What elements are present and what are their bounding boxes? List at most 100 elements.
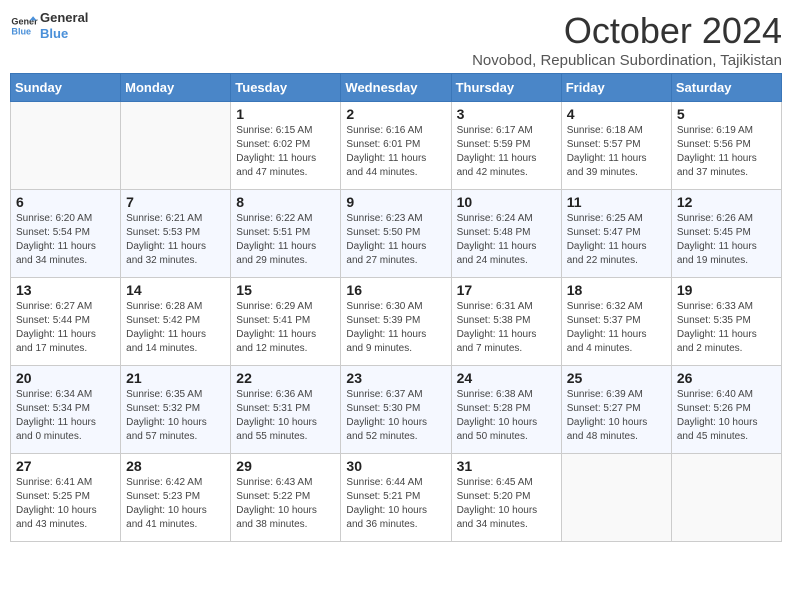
day-number: 2	[346, 106, 445, 122]
day-cell: 23 Sunrise: 6:37 AM Sunset: 5:30 PM Dayli…	[341, 366, 451, 454]
calendar-table: SundayMondayTuesdayWednesdayThursdayFrid…	[10, 73, 782, 542]
week-row-5: 27 Sunrise: 6:41 AM Sunset: 5:25 PM Dayli…	[11, 454, 782, 542]
day-info: Sunrise: 6:41 AM Sunset: 5:25 PM Dayligh…	[16, 476, 115, 532]
day-number: 31	[457, 458, 556, 474]
logo-general-text: General	[40, 10, 88, 26]
location-subtitle: Novobod, Republican Subordination, Tajik…	[472, 52, 782, 69]
day-info: Sunrise: 6:16 AM Sunset: 6:01 PM Dayligh…	[346, 124, 445, 180]
day-cell	[671, 454, 781, 542]
day-number: 14	[126, 282, 225, 298]
day-cell: 30 Sunrise: 6:44 AM Sunset: 5:21 PM Dayli…	[341, 454, 451, 542]
day-info: Sunrise: 6:43 AM Sunset: 5:22 PM Dayligh…	[236, 476, 335, 532]
day-info: Sunrise: 6:45 AM Sunset: 5:20 PM Dayligh…	[457, 476, 556, 532]
week-row-2: 6Sunrise: 6:20 AM Sunset: 5:54 PM Daylig…	[11, 190, 782, 278]
day-cell: 7 Sunrise: 6:21 AM Sunset: 5:53 PM Daylig…	[121, 190, 231, 278]
day-cell: 9 Sunrise: 6:23 AM Sunset: 5:50 PM Daylig…	[341, 190, 451, 278]
day-cell: 13 Sunrise: 6:27 AM Sunset: 5:44 PM Dayli…	[11, 278, 121, 366]
day-cell: 27 Sunrise: 6:41 AM Sunset: 5:25 PM Dayli…	[11, 454, 121, 542]
day-cell: 14 Sunrise: 6:28 AM Sunset: 5:42 PM Dayli…	[121, 278, 231, 366]
day-info: Sunrise: 6:32 AM Sunset: 5:37 PM Dayligh…	[567, 300, 666, 356]
day-info: Sunrise: 6:42 AM Sunset: 5:23 PM Dayligh…	[126, 476, 225, 532]
day-cell: 17Sunrise: 6:31 AM Sunset: 5:38 PM Dayli…	[451, 278, 561, 366]
day-cell: 12 Sunrise: 6:26 AM Sunset: 5:45 PM Dayli…	[671, 190, 781, 278]
logo: General Blue General Blue	[10, 10, 88, 41]
day-number: 18	[567, 282, 666, 298]
day-number: 9	[346, 194, 445, 210]
day-info: Sunrise: 6:18 AM Sunset: 5:57 PM Dayligh…	[567, 124, 666, 180]
day-cell: 22Sunrise: 6:36 AM Sunset: 5:31 PM Dayli…	[231, 366, 341, 454]
day-info: Sunrise: 6:31 AM Sunset: 5:38 PM Dayligh…	[457, 300, 556, 356]
logo-blue-text: Blue	[40, 26, 88, 42]
day-cell: 26 Sunrise: 6:40 AM Sunset: 5:26 PM Dayli…	[671, 366, 781, 454]
day-number: 7	[126, 194, 225, 210]
day-cell: 1Sunrise: 6:15 AM Sunset: 6:02 PM Daylig…	[231, 102, 341, 190]
day-number: 5	[677, 106, 776, 122]
day-cell: 15 Sunrise: 6:29 AM Sunset: 5:41 PM Dayli…	[231, 278, 341, 366]
day-info: Sunrise: 6:26 AM Sunset: 5:45 PM Dayligh…	[677, 212, 776, 268]
day-number: 15	[236, 282, 335, 298]
logo-icon: General Blue	[10, 12, 38, 40]
week-row-1: 1Sunrise: 6:15 AM Sunset: 6:02 PM Daylig…	[11, 102, 782, 190]
day-cell: 11Sunrise: 6:25 AM Sunset: 5:47 PM Dayli…	[561, 190, 671, 278]
day-info: Sunrise: 6:28 AM Sunset: 5:42 PM Dayligh…	[126, 300, 225, 356]
day-cell	[121, 102, 231, 190]
day-number: 23	[346, 370, 445, 386]
header-sunday: Sunday	[11, 74, 121, 102]
day-cell: 2 Sunrise: 6:16 AM Sunset: 6:01 PM Daylig…	[341, 102, 451, 190]
day-number: 26	[677, 370, 776, 386]
day-number: 6	[16, 194, 115, 210]
day-info: Sunrise: 6:24 AM Sunset: 5:48 PM Dayligh…	[457, 212, 556, 268]
day-number: 3	[457, 106, 556, 122]
day-number: 25	[567, 370, 666, 386]
day-cell: 19 Sunrise: 6:33 AM Sunset: 5:35 PM Dayli…	[671, 278, 781, 366]
day-number: 10	[457, 194, 556, 210]
day-cell	[11, 102, 121, 190]
header-saturday: Saturday	[671, 74, 781, 102]
day-number: 22	[236, 370, 335, 386]
day-info: Sunrise: 6:30 AM Sunset: 5:39 PM Dayligh…	[346, 300, 445, 356]
day-info: Sunrise: 6:17 AM Sunset: 5:59 PM Dayligh…	[457, 124, 556, 180]
day-info: Sunrise: 6:40 AM Sunset: 5:26 PM Dayligh…	[677, 388, 776, 444]
day-number: 12	[677, 194, 776, 210]
day-info: Sunrise: 6:35 AM Sunset: 5:32 PM Dayligh…	[126, 388, 225, 444]
day-number: 13	[16, 282, 115, 298]
header-friday: Friday	[561, 74, 671, 102]
day-number: 27	[16, 458, 115, 474]
day-info: Sunrise: 6:39 AM Sunset: 5:27 PM Dayligh…	[567, 388, 666, 444]
day-number: 30	[346, 458, 445, 474]
day-info: Sunrise: 6:23 AM Sunset: 5:50 PM Dayligh…	[346, 212, 445, 268]
day-number: 20	[16, 370, 115, 386]
month-title: October 2024	[472, 10, 782, 52]
day-number: 24	[457, 370, 556, 386]
day-number: 1	[236, 106, 335, 122]
day-cell: 16 Sunrise: 6:30 AM Sunset: 5:39 PM Dayli…	[341, 278, 451, 366]
header-thursday: Thursday	[451, 74, 561, 102]
day-info: Sunrise: 6:44 AM Sunset: 5:21 PM Dayligh…	[346, 476, 445, 532]
day-number: 29	[236, 458, 335, 474]
day-number: 28	[126, 458, 225, 474]
day-info: Sunrise: 6:27 AM Sunset: 5:44 PM Dayligh…	[16, 300, 115, 356]
day-cell: 21 Sunrise: 6:35 AM Sunset: 5:32 PM Dayli…	[121, 366, 231, 454]
day-number: 16	[346, 282, 445, 298]
header-tuesday: Tuesday	[231, 74, 341, 102]
day-cell: 6Sunrise: 6:20 AM Sunset: 5:54 PM Daylig…	[11, 190, 121, 278]
day-info: Sunrise: 6:37 AM Sunset: 5:30 PM Dayligh…	[346, 388, 445, 444]
title-block: October 2024 Novobod, Republican Subordi…	[472, 10, 782, 69]
day-info: Sunrise: 6:21 AM Sunset: 5:53 PM Dayligh…	[126, 212, 225, 268]
day-info: Sunrise: 6:25 AM Sunset: 5:47 PM Dayligh…	[567, 212, 666, 268]
day-cell: 24Sunrise: 6:38 AM Sunset: 5:28 PM Dayli…	[451, 366, 561, 454]
day-cell: 3 Sunrise: 6:17 AM Sunset: 5:59 PM Daylig…	[451, 102, 561, 190]
day-cell: 28 Sunrise: 6:42 AM Sunset: 5:23 PM Dayli…	[121, 454, 231, 542]
day-cell	[561, 454, 671, 542]
header-wednesday: Wednesday	[341, 74, 451, 102]
page-header: General Blue General Blue October 2024 N…	[10, 10, 782, 69]
day-info: Sunrise: 6:29 AM Sunset: 5:41 PM Dayligh…	[236, 300, 335, 356]
day-info: Sunrise: 6:34 AM Sunset: 5:34 PM Dayligh…	[16, 388, 115, 444]
week-row-4: 20 Sunrise: 6:34 AM Sunset: 5:34 PM Dayli…	[11, 366, 782, 454]
calendar-header-row: SundayMondayTuesdayWednesdayThursdayFrid…	[11, 74, 782, 102]
day-number: 21	[126, 370, 225, 386]
day-info: Sunrise: 6:33 AM Sunset: 5:35 PM Dayligh…	[677, 300, 776, 356]
day-number: 19	[677, 282, 776, 298]
day-cell: 8Sunrise: 6:22 AM Sunset: 5:51 PM Daylig…	[231, 190, 341, 278]
day-cell: 5Sunrise: 6:19 AM Sunset: 5:56 PM Daylig…	[671, 102, 781, 190]
